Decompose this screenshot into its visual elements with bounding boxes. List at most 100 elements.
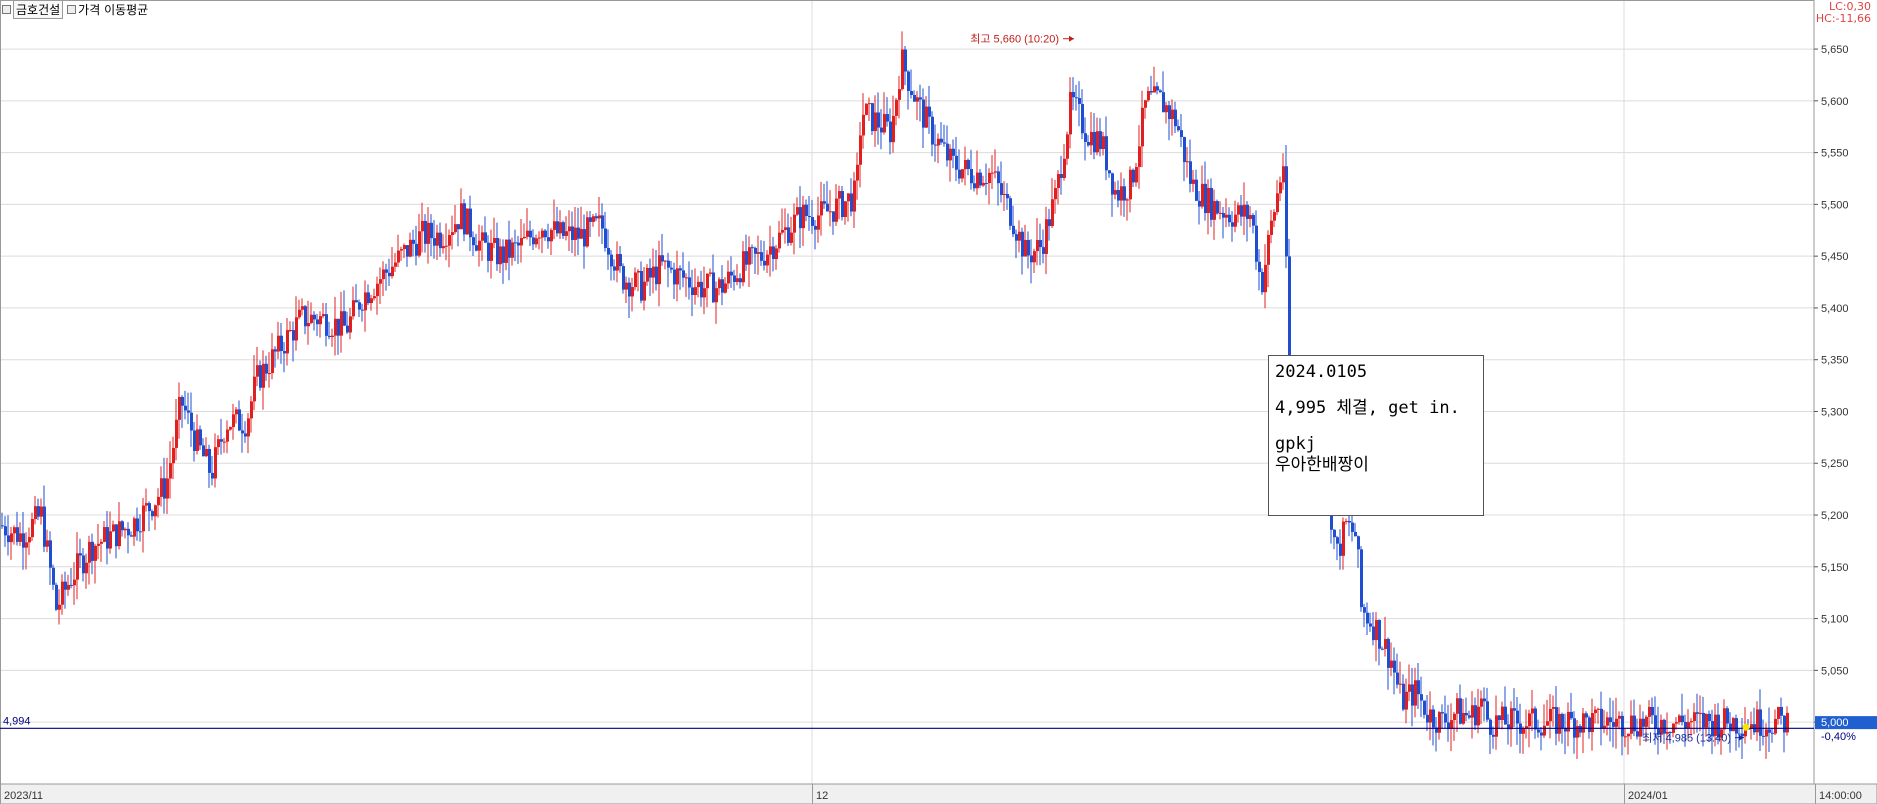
- price-bar: [91, 541, 94, 561]
- price-bar: [661, 255, 664, 262]
- price-bar: [115, 524, 118, 547]
- price-bar: [1147, 91, 1150, 101]
- price-bar: [1279, 182, 1282, 194]
- price-bar: [19, 533, 22, 542]
- price-bar: [460, 203, 463, 230]
- price-bar: [334, 318, 337, 336]
- price-bar: [1060, 174, 1063, 178]
- price-bar: [247, 418, 250, 437]
- price-bar: [934, 144, 937, 146]
- price-bar: [1762, 735, 1765, 737]
- price-bar: [1582, 713, 1585, 733]
- price-bar: [1006, 193, 1009, 199]
- price-bar: [1450, 720, 1453, 730]
- price-bar: [1159, 90, 1162, 93]
- price-bar: [739, 278, 742, 283]
- price-bar: [1207, 187, 1210, 214]
- price-bar: [553, 221, 556, 230]
- price-bar: [523, 236, 526, 239]
- price-bar: [1417, 680, 1420, 695]
- price-bar: [1609, 717, 1612, 723]
- collapse-box-icon[interactable]: [67, 4, 77, 14]
- price-bar: [1393, 660, 1396, 673]
- price-bar: [439, 232, 442, 249]
- price-bar: [313, 314, 316, 320]
- price-bar: [355, 300, 358, 303]
- price-bar: [1741, 733, 1744, 737]
- price-bar: [586, 217, 589, 247]
- price-bar: [616, 254, 619, 271]
- price-bar: [1075, 97, 1078, 99]
- price-bar: [1522, 728, 1525, 734]
- price-bar: [1570, 711, 1573, 719]
- price-bar: [1276, 193, 1279, 213]
- price-bar: [385, 269, 388, 273]
- memo-box[interactable]: 2024.0105 4,995 체결, get in. gpkj 우아한배짱이: [1268, 355, 1484, 516]
- price-bar: [274, 349, 277, 352]
- price-bar: [217, 439, 220, 448]
- price-bar: [1228, 214, 1231, 223]
- price-bar: [1099, 131, 1102, 150]
- price-bar: [37, 506, 40, 517]
- stock-name[interactable]: 금호건설: [13, 0, 64, 19]
- price-bar: [583, 229, 586, 247]
- price-bar: [1387, 638, 1390, 668]
- price-bar: [937, 138, 940, 146]
- price-bar: [190, 412, 193, 431]
- price-bar: [850, 193, 853, 212]
- price-bar: [1543, 725, 1546, 736]
- price-bar: [835, 198, 838, 222]
- price-bar: [1678, 715, 1681, 723]
- y-tick-label: 5,200: [1821, 510, 1849, 522]
- price-bar: [988, 172, 991, 184]
- price-bar: [40, 506, 43, 517]
- price-bar: [1375, 620, 1378, 641]
- price-bar: [1012, 225, 1015, 235]
- price-bar: [1222, 212, 1225, 218]
- price-bar: [370, 298, 373, 304]
- price-bar: [199, 429, 202, 446]
- collapse-box-icon[interactable]: [2, 4, 11, 14]
- indicator-selector[interactable]: 가격 이동평균: [67, 1, 148, 18]
- price-bar: [1468, 715, 1471, 718]
- price-bar: [1513, 708, 1516, 711]
- price-bar: [1048, 219, 1051, 227]
- price-bar: [208, 448, 211, 473]
- price-bar: [1555, 707, 1558, 734]
- price-bar: [463, 203, 466, 235]
- price-bar: [607, 248, 610, 255]
- price-chart[interactable]: 5,000 5,050 5,100 5,150 5,200 5,250 5,300 5,350…: [0, 0, 1877, 804]
- price-bar: [478, 240, 481, 251]
- price-bar: [1636, 731, 1639, 737]
- price-bar: [511, 242, 514, 258]
- price-bar: [358, 302, 361, 310]
- price-bar: [1777, 706, 1780, 719]
- price-bar: [61, 581, 64, 605]
- price-bar: [400, 249, 403, 251]
- price-bar: [964, 160, 967, 170]
- price-bar: [1270, 220, 1273, 235]
- price-bar: [1471, 705, 1474, 718]
- price-bar: [1615, 718, 1618, 727]
- indicator-label[interactable]: 가격 이동평균: [78, 1, 148, 18]
- entry-marker: [1742, 723, 1750, 731]
- price-bar: [508, 239, 511, 258]
- price-bar: [1231, 222, 1234, 227]
- price-bar: [775, 248, 778, 260]
- x-axis-band: [0, 783, 1877, 804]
- price-bar: [1390, 660, 1393, 668]
- price-bar: [1411, 684, 1414, 706]
- price-bar: [394, 262, 397, 267]
- price-bar: [1699, 712, 1702, 714]
- stock-selector[interactable]: 금호건설: [2, 0, 64, 19]
- price-bar: [1204, 183, 1207, 214]
- price-bar: [1024, 239, 1027, 257]
- price-bar: [1027, 239, 1030, 256]
- price-bar: [289, 330, 292, 332]
- price-bar: [448, 234, 451, 246]
- price-bar: [325, 314, 328, 336]
- price-bar: [337, 318, 340, 336]
- price-bar: [28, 537, 31, 543]
- price-bar: [1210, 187, 1213, 220]
- price-bar: [892, 115, 895, 143]
